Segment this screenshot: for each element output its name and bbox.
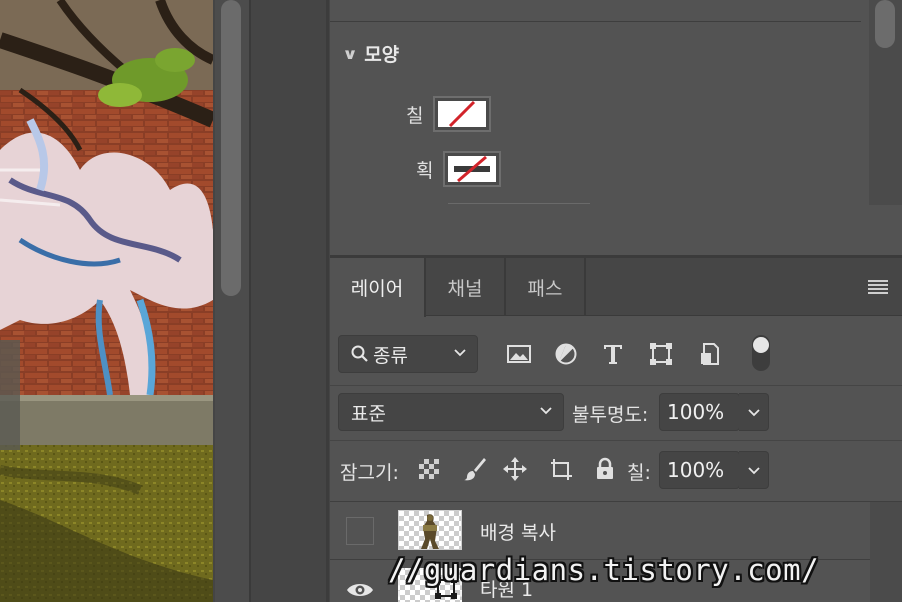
lock-label: 잠그기: (340, 462, 399, 484)
layer-filter-dropdown[interactable]: 종류 (338, 335, 478, 373)
canvas-scroll-thumb[interactable] (221, 0, 241, 296)
appearance-section-header[interactable]: ∨ 모양 (342, 40, 400, 67)
properties-top-rule (330, 21, 861, 22)
gutter-divider (249, 0, 251, 602)
eye-icon[interactable] (346, 580, 374, 600)
fill-opacity-label: 칠: (627, 462, 651, 484)
separator (330, 501, 902, 502)
type-filter-icon[interactable] (600, 341, 626, 367)
layer-row[interactable]: 배경 복사 (330, 503, 870, 559)
tab-paths[interactable]: 패스 (506, 258, 586, 316)
smart-object-filter-icon[interactable] (698, 341, 724, 367)
image-filter-icon[interactable] (506, 341, 532, 367)
opacity-label: 불투명도: (572, 404, 649, 426)
fill-swatch[interactable] (433, 96, 492, 132)
watermark-text: //guardians.tistory.com/ (388, 553, 820, 587)
layers-tabbar: 레이어 채널 패스 (330, 258, 902, 317)
layers-panel: 레이어 채널 패스 종류 표준 불투명도: 100% 잠그기: 칠: 100% … (330, 258, 902, 602)
canvas-photo (0, 0, 213, 602)
layers-scrollbar[interactable] (870, 502, 902, 602)
tab-layers[interactable]: 레이어 (330, 258, 426, 317)
panel-gutter (213, 0, 330, 602)
fill-opacity-input[interactable]: 100% (659, 451, 740, 489)
stroke-row: 획 (416, 151, 502, 187)
lock-all-icon[interactable] (592, 456, 618, 482)
stroke-swatch[interactable] (443, 151, 502, 187)
no-fill-icon (438, 101, 487, 127)
fill-label: 칠 (406, 104, 424, 127)
opacity-dropdown-button[interactable] (739, 393, 769, 431)
properties-panel: ∨ 모양 칠 획 (330, 0, 902, 258)
chevron-down-icon (748, 467, 760, 475)
chevron-down-icon (748, 409, 760, 417)
lock-paint-icon[interactable] (462, 456, 488, 482)
panel-divider[interactable] (326, 0, 329, 602)
chevron-down-icon: ∨ (342, 44, 359, 63)
lock-position-icon[interactable] (502, 456, 528, 482)
document-canvas[interactable] (0, 0, 213, 602)
layer-thumbnail-image (421, 514, 439, 549)
shape-filter-icon[interactable] (648, 341, 674, 367)
no-stroke-icon (448, 156, 497, 182)
separator (330, 440, 902, 441)
stroke-label: 획 (416, 159, 434, 182)
panel-menu-icon[interactable] (868, 280, 888, 294)
lock-transparent-icon[interactable] (416, 456, 442, 482)
properties-underline (448, 203, 590, 204)
fill-opacity-dropdown-button[interactable] (739, 451, 769, 489)
tab-channels[interactable]: 채널 (426, 258, 506, 316)
properties-scroll-thumb[interactable] (875, 0, 895, 48)
blend-mode-dropdown[interactable]: 표준 (338, 393, 564, 431)
adjustment-filter-icon[interactable] (553, 341, 579, 367)
chevron-down-icon (454, 349, 466, 357)
opacity-input[interactable]: 100% (659, 393, 740, 431)
visibility-toggle[interactable] (346, 517, 374, 545)
appearance-section-title: 모양 (364, 44, 400, 66)
layer-thumbnail (398, 510, 462, 550)
filter-toggle[interactable] (752, 335, 770, 371)
chevron-down-icon (540, 407, 552, 415)
filter-selected: 종류 (373, 344, 408, 367)
layer-name: 배경 복사 (480, 522, 556, 544)
fill-row: 칠 (406, 96, 492, 132)
separator (330, 385, 902, 386)
toggle-knob (753, 337, 769, 353)
search-icon (351, 345, 368, 362)
lock-artboard-icon[interactable] (548, 456, 574, 482)
blend-mode-value: 표준 (351, 402, 386, 425)
